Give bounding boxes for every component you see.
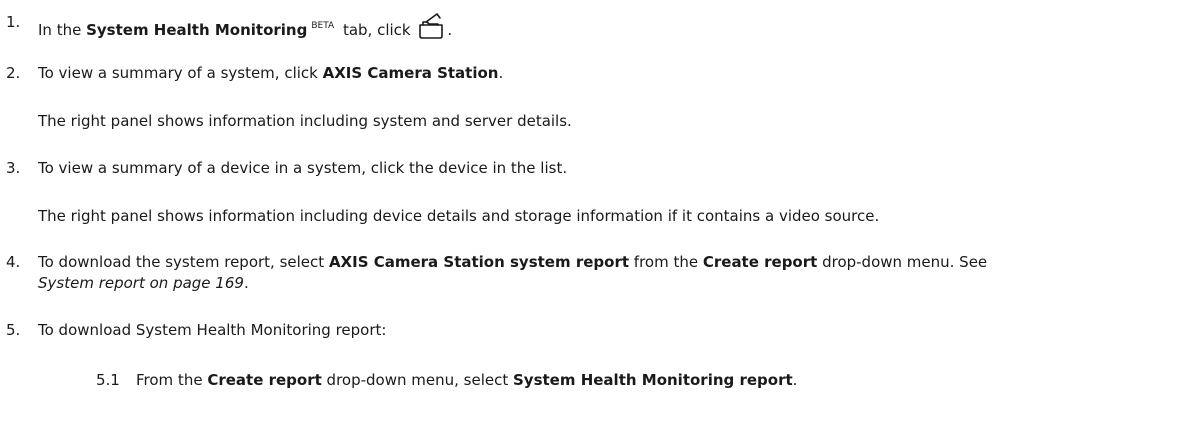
step-text: In the xyxy=(38,21,87,39)
step-paragraph: The right panel shows information includ… xyxy=(38,112,572,130)
step-text: tab, click xyxy=(338,21,416,39)
beta-badge: BETA xyxy=(311,21,335,31)
step-text: . xyxy=(792,371,798,389)
step-text: . xyxy=(447,21,453,39)
ui-term: Create report xyxy=(207,371,322,389)
step-text: To view a summary of a system, click xyxy=(38,64,323,82)
step-number: 5. xyxy=(6,321,21,339)
step-number: 5.1 xyxy=(96,371,120,389)
step-text: From the xyxy=(136,371,208,389)
step-number: 2. xyxy=(6,64,21,82)
ui-term: AXIS Camera Station system report xyxy=(328,253,630,271)
step-text: drop-down menu, select xyxy=(321,371,513,389)
ui-term: System Health Monitoring report xyxy=(513,371,793,389)
step-text: To download the system report, select xyxy=(38,253,329,271)
step-number: 3. xyxy=(6,159,21,177)
step-number: 4. xyxy=(6,253,21,271)
step-paragraph: The right panel shows information includ… xyxy=(38,207,880,225)
step-text: To download System Health Monitoring rep… xyxy=(38,321,387,339)
step-text: from the xyxy=(629,253,703,271)
step-text: drop-down menu. See xyxy=(817,253,988,271)
tab-name: System Health Monitoring xyxy=(86,21,308,39)
cross-reference-link[interactable]: System report on page 169 xyxy=(38,274,244,292)
step-text: To view a summary of a device in a syste… xyxy=(38,159,568,177)
step-text: . xyxy=(243,274,249,292)
step-number: 1. xyxy=(6,13,21,31)
ui-term: Create report xyxy=(702,253,818,271)
step-text: . xyxy=(498,64,504,82)
open-folder-icon xyxy=(417,12,445,40)
ui-term: AXIS Camera Station xyxy=(322,64,499,82)
